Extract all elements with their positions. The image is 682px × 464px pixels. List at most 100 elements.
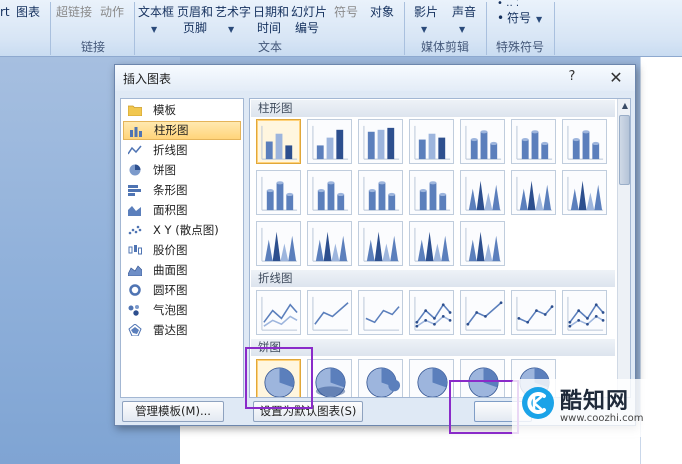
ribbon-button-header-footer-l2[interactable]: 页脚 (183, 20, 207, 36)
ribbon-button-art-fragment[interactable]: rt (0, 4, 10, 20)
chart-type-thumb-cone[interactable] (409, 221, 454, 266)
ribbon-button-object[interactable]: 对象 (370, 4, 394, 20)
line-chart-icon (261, 296, 298, 331)
ribbon-button-movie[interactable]: 影片 (414, 4, 438, 20)
group-separator (554, 2, 555, 55)
chart-type-thumb-cyl[interactable] (307, 170, 352, 215)
scroll-up-arrow-icon[interactable]: ▲ (618, 99, 630, 113)
ribbon-button-datetime-l2[interactable]: 时间 (257, 20, 281, 36)
chart-type-thumb-cyl[interactable] (511, 119, 556, 164)
chart-type-thumb-cone[interactable] (511, 170, 556, 215)
category-bar[interactable]: 条形图 (123, 181, 241, 200)
chart-type-thumb-line[interactable] (409, 290, 454, 335)
line-chart-icon (516, 296, 554, 331)
category-scatter[interactable]: X Y (散点图) (123, 221, 241, 240)
chart-type-thumb-cyl[interactable] (562, 119, 607, 164)
chart-type-thumb-cone[interactable] (358, 221, 403, 266)
group-separator (50, 2, 51, 55)
ribbon-button-hyperlink[interactable]: 超链接 (56, 4, 92, 20)
ribbon-button-symbol-disabled[interactable]: 符号 (334, 4, 358, 20)
watermark-icon (522, 387, 554, 419)
chart-category-list: 模板 柱形图 折线图 饼图 条形图 面积图 X Y (散点图) 股价图 曲面图 … (120, 98, 244, 398)
category-line[interactable]: 折线图 (123, 141, 241, 160)
ribbon-button-wordart[interactable]: 艺术字 (215, 4, 251, 20)
ribbon-button-datetime-l1[interactable]: 日期和 (253, 4, 289, 20)
help-button[interactable]: ? (563, 69, 581, 87)
chevron-down-icon[interactable]: ▼ (536, 12, 542, 28)
group-separator (134, 2, 135, 55)
cyl-chart-icon (516, 125, 553, 160)
cone-chart-icon (465, 227, 502, 262)
category-pie[interactable]: 饼图 (123, 161, 241, 180)
chart-type-thumb-cyl[interactable] (460, 119, 505, 164)
category-label: 折线图 (153, 143, 188, 157)
chart-type-thumb-cone[interactable] (307, 221, 352, 266)
chart-type-thumb-line[interactable] (256, 290, 301, 335)
chevron-down-icon[interactable]: ▼ (228, 22, 234, 38)
category-column[interactable]: 柱形图 (123, 121, 241, 140)
chart-type-thumb-cone[interactable] (256, 221, 301, 266)
chart-type-thumb-cyl[interactable] (409, 170, 454, 215)
watermark-name: 酷知网 (560, 389, 630, 414)
ribbon-button-symbol[interactable]: 符号 (507, 10, 531, 26)
chevron-down-icon[interactable]: ▼ (459, 22, 465, 38)
chart-type-thumb-pie[interactable] (409, 359, 454, 397)
cone-chart-icon (567, 176, 604, 211)
category-area[interactable]: 面积图 (123, 201, 241, 220)
chart-type-thumb-col[interactable] (409, 119, 454, 164)
chart-type-thumb-line[interactable] (358, 290, 403, 335)
cone-chart-icon (414, 227, 451, 262)
ribbon-button-header-footer-l1[interactable]: 页眉和 (177, 4, 213, 20)
manage-templates-button[interactable]: 管理模板(M)... (122, 401, 224, 422)
col-chart-icon (414, 125, 451, 160)
doughnut-chart-icon (129, 284, 141, 296)
ribbon-button-slide-number-l2[interactable]: 编号 (295, 20, 319, 36)
line-chart-icon (128, 145, 142, 155)
chart-type-thumb-cone[interactable] (562, 170, 607, 215)
category-doughnut[interactable]: 圆环图 (123, 281, 241, 300)
highlight-ok-button (449, 380, 519, 434)
chart-type-thumb-col[interactable] (307, 119, 352, 164)
cyl-chart-icon (363, 176, 400, 211)
ribbon-button-slide-number-l1[interactable]: 幻灯片 (291, 4, 327, 20)
stock-chart-icon (128, 245, 142, 255)
gallery-scrollbar[interactable]: ▲ (617, 99, 630, 397)
chart-type-thumb-col[interactable] (256, 119, 301, 164)
chart-type-thumb-line[interactable] (511, 290, 556, 335)
category-surface[interactable]: 曲面图 (123, 261, 241, 280)
line-chart-icon (567, 296, 605, 331)
ribbon-button-chart[interactable]: 图表 (16, 4, 40, 20)
chart-type-thumb-line[interactable] (460, 290, 505, 335)
category-stock[interactable]: 股价图 (123, 241, 241, 260)
category-bubble[interactable]: 气泡图 (123, 301, 241, 320)
close-button[interactable]: ✕ (605, 67, 627, 89)
chart-type-thumb-line[interactable] (307, 290, 352, 335)
chart-type-thumb-col[interactable] (358, 119, 403, 164)
dialog-titlebar[interactable]: 插入图表 ? ✕ (115, 65, 635, 91)
group-separator (486, 2, 487, 55)
insert-chart-dialog: 插入图表 ? ✕ 模板 柱形图 折线图 饼图 条形图 面积图 X Y (散点图)… (114, 64, 636, 426)
chart-type-thumb-pie[interactable] (307, 359, 352, 397)
ribbon-button-sound[interactable]: 声音 (452, 4, 476, 20)
ribbon-button-action[interactable]: 动作 (100, 4, 124, 20)
chart-type-thumb-cyl[interactable] (358, 170, 403, 215)
chart-type-thumb-cyl[interactable] (256, 170, 301, 215)
category-templates[interactable]: 模板 (123, 101, 241, 120)
chart-type-thumb-cone[interactable] (460, 170, 505, 215)
highlight-pie-selection (245, 347, 313, 409)
line-chart-icon (465, 296, 503, 331)
watermark-url: www.coozhi.com (560, 413, 644, 424)
chart-type-thumb-pie[interactable] (358, 359, 403, 397)
chart-type-thumb-line[interactable] (562, 290, 607, 335)
chevron-down-icon[interactable]: ▼ (151, 22, 157, 38)
ribbon-button-textbox[interactable]: 文本框 (138, 4, 174, 20)
group-separator (404, 2, 405, 55)
chart-type-thumb-cone[interactable] (460, 221, 505, 266)
chevron-down-icon[interactable]: ▼ (421, 22, 427, 38)
dialog-title: 插入图表 (123, 72, 172, 86)
line-chart-icon (363, 296, 400, 331)
category-label: 柱形图 (154, 123, 189, 137)
scrollbar-thumb[interactable] (619, 115, 630, 185)
category-radar[interactable]: 雷达图 (123, 321, 241, 340)
category-label: X Y (散点图) (153, 223, 219, 237)
